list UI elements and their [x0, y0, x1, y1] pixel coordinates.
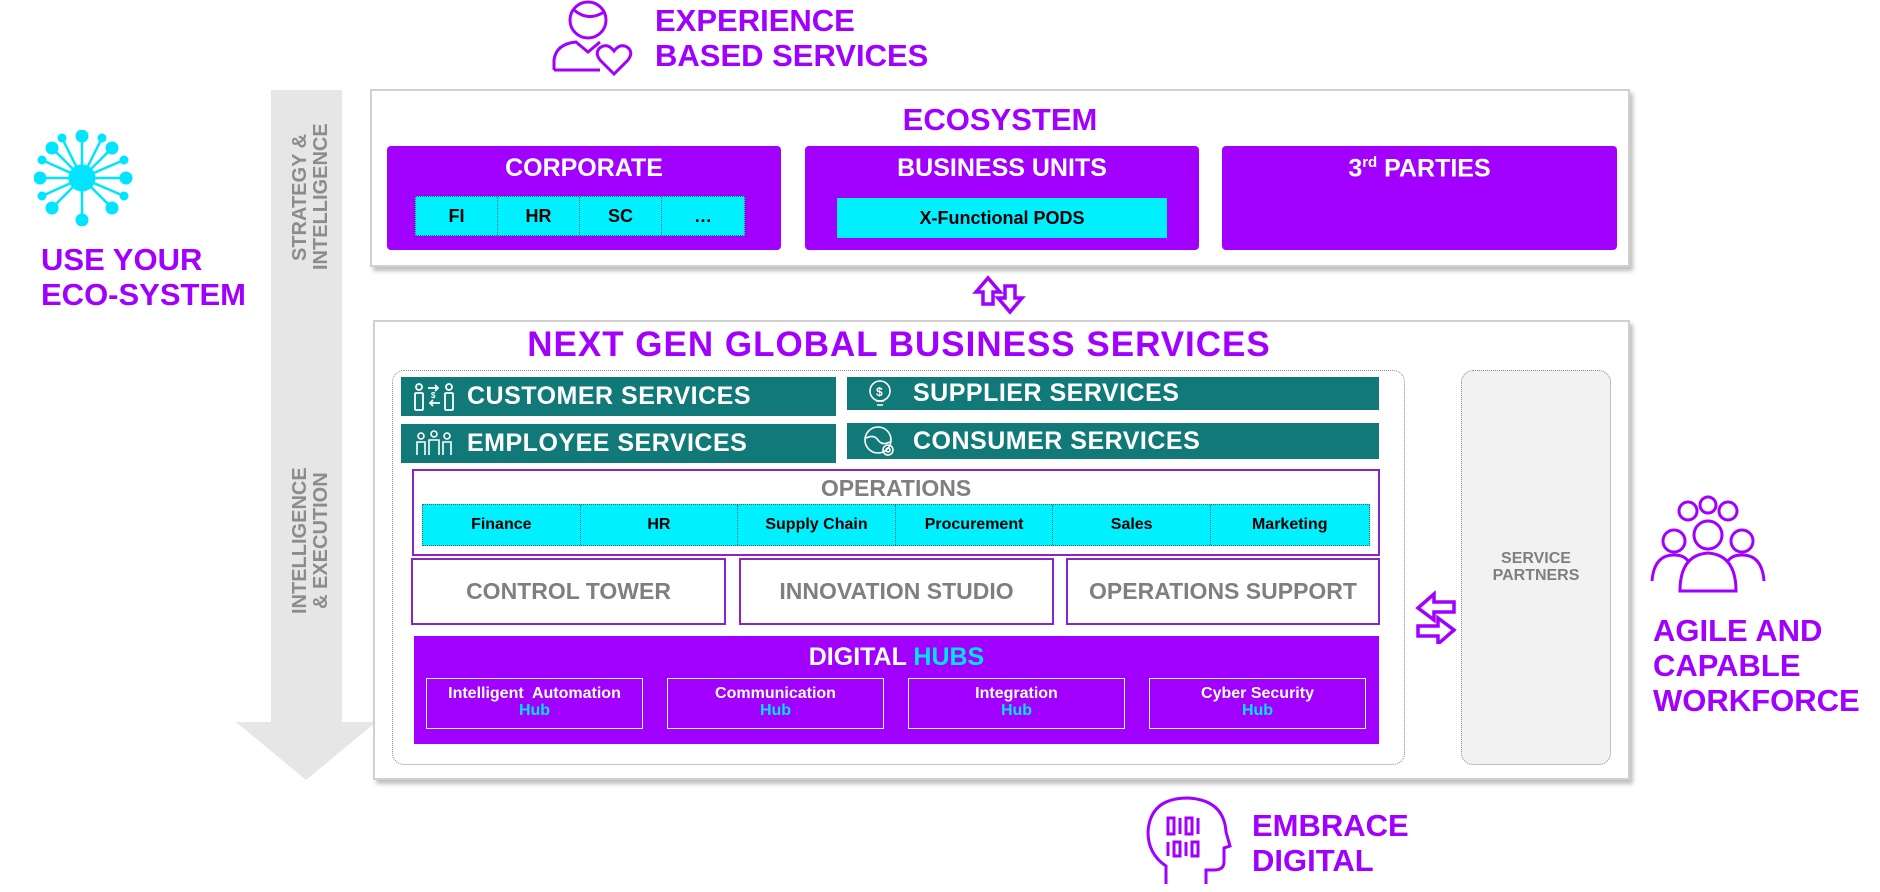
- service-partners-label: SERVICE PARTNERS: [1492, 550, 1580, 584]
- corporate-title: CORPORATE: [505, 154, 663, 182]
- third-parties-title: 3rd PARTIES: [1348, 154, 1491, 183]
- bidirectional-horizontal-arrow-icon: [1408, 590, 1464, 648]
- workforce-label: AGILE AND CAPABLE WORKFORCE: [1653, 613, 1860, 718]
- corporate-cell: …: [694, 205, 712, 226]
- business-units-title: BUSINESS UNITS: [897, 154, 1107, 182]
- embrace-digital-label: EMBRACE DIGITAL: [1252, 808, 1409, 878]
- strategy-intelligence-label: STRATEGY & INTELLIGENCE: [289, 123, 332, 271]
- communication-hub: Communication Hub: [667, 678, 884, 729]
- customer-exchange-icon: $: [401, 377, 467, 416]
- corporate-cell: FI: [416, 197, 498, 235]
- use-ecosystem-label: USE YOUR ECO-SYSTEM: [41, 242, 246, 312]
- intelligence-execution-label: INTELLIGENCE & EXECUTION: [289, 467, 332, 615]
- business-units-box: BUSINESS UNITS X-Functional PODS: [805, 146, 1199, 250]
- corporate-cells: FI HR SC …: [415, 196, 745, 236]
- hub-name: Communication: [715, 685, 836, 702]
- supplier-services-label: SUPPLIER SERVICES: [913, 379, 1180, 407]
- operations-cell-hr: HR: [581, 505, 739, 545]
- corporate-cell: HR: [498, 197, 580, 235]
- x-functional-pods-label: X-Functional PODS: [919, 207, 1085, 228]
- corporate-cell: SC: [580, 197, 662, 235]
- integration-hub: Integration Hub: [908, 678, 1125, 729]
- hub-suffix: Hub: [518, 702, 551, 719]
- svg-text:$: $: [431, 391, 436, 400]
- supplier-services-bar: $ SUPPLIER SERVICES: [847, 377, 1379, 410]
- hub-suffix: Hub: [759, 702, 792, 719]
- hub-suffix: Hub: [1241, 702, 1274, 719]
- hub-name: Intelligent Automation: [448, 685, 621, 702]
- third-parties-box: 3rd PARTIES: [1222, 146, 1617, 250]
- digital-hubs-title: DIGITAL HUBS: [808, 643, 985, 671]
- consumer-services-label: CONSUMER SERVICES: [913, 426, 1201, 455]
- ecosystem-title: ECOSYSTEM: [902, 102, 1098, 137]
- x-functional-pods: X-Functional PODS: [837, 198, 1167, 238]
- experience-label: EXPERIENCE BASED SERVICES: [655, 3, 929, 73]
- hub-name: Integration: [975, 685, 1058, 702]
- operations-cell-sales: Sales: [1053, 505, 1211, 545]
- employee-services-label: EMPLOYEE SERVICES: [467, 429, 748, 457]
- workforce-group-icon: [1650, 495, 1766, 595]
- customer-services-label: CUSTOMER SERVICES: [467, 382, 752, 410]
- hub-name: Cyber Security: [1201, 685, 1314, 702]
- person-heart-icon: [548, 0, 636, 77]
- control-tower-box: CONTROL TOWER: [411, 558, 726, 625]
- hub-suffix: Hub: [1000, 702, 1033, 719]
- digital-head-icon: [1144, 794, 1232, 886]
- gbs-title: NEXT GEN GLOBAL BUSINESS SERVICES: [527, 325, 1271, 364]
- svg-text:$: $: [876, 385, 883, 399]
- cyber-security-hub: Cyber Security Hub: [1149, 678, 1366, 729]
- employee-group-icon: [401, 424, 467, 463]
- supplier-money-bulb-icon: $: [847, 377, 913, 410]
- customer-services-bar: $ CUSTOMER SERVICES: [401, 377, 836, 416]
- operations-support-box: OPERATIONS SUPPORT: [1066, 558, 1380, 625]
- operations-cell-supply-chain: Supply Chain: [738, 505, 896, 545]
- operations-cell-finance: Finance: [423, 505, 581, 545]
- operations-cell-marketing: Marketing: [1251, 516, 1328, 533]
- operations-cell-procurement: Procurement: [896, 505, 1054, 545]
- intelligent-automation-hub: Intelligent Automation Hub: [426, 678, 643, 729]
- consumer-globe-gear-icon: [847, 423, 913, 459]
- bidirectional-vertical-arrow-icon: [966, 274, 1032, 316]
- corporate-box: CORPORATE FI HR SC …: [387, 146, 781, 250]
- employee-services-bar: EMPLOYEE SERVICES: [401, 424, 836, 463]
- network-hub-icon: [33, 129, 134, 227]
- operations-title: OPERATIONS: [820, 475, 972, 501]
- innovation-studio-box: INNOVATION STUDIO: [739, 558, 1054, 625]
- consumer-services-bar: CONSUMER SERVICES: [847, 423, 1379, 459]
- operations-cells: Finance HR Supply Chain Procurement Sale…: [422, 504, 1370, 546]
- strategy-execution-arrow-head: [236, 722, 376, 780]
